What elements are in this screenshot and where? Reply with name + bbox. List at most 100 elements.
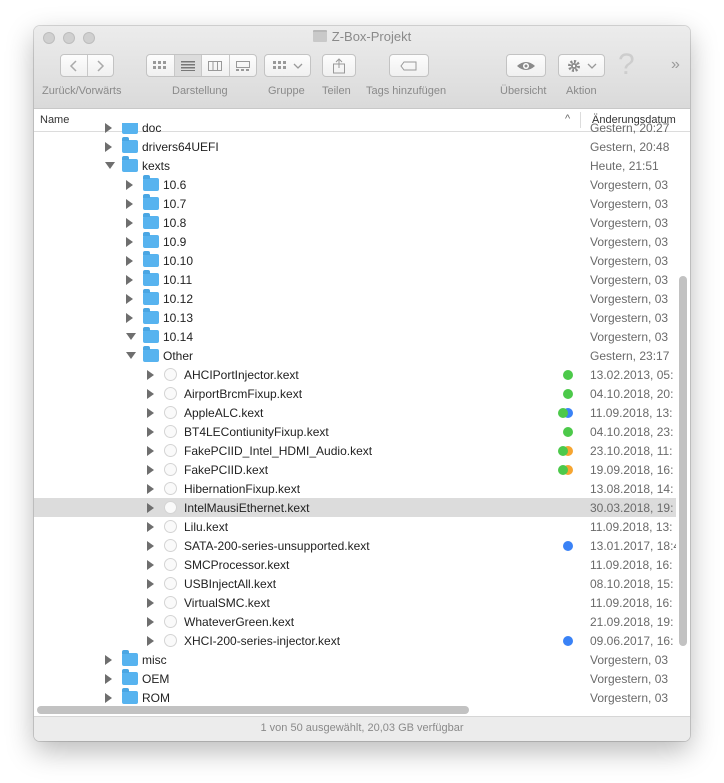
disclosure-closed-icon[interactable] [147, 427, 154, 437]
folder-row[interactable]: misc Vorgestern, 03 [34, 650, 676, 669]
file-row[interactable]: Lilu.kext 11.09.2018, 13: [34, 517, 676, 536]
disclosure-closed-icon[interactable] [126, 275, 133, 285]
file-row[interactable]: WhateverGreen.kext 21.09.2018, 19: [34, 612, 676, 631]
folder-row[interactable]: doc Gestern, 20:27 [34, 123, 676, 137]
disclosure-closed-icon[interactable] [126, 313, 133, 323]
row-name: SMCProcessor.kext [184, 558, 290, 572]
disclosure-closed-icon[interactable] [147, 636, 154, 646]
disclosure-open-icon[interactable] [126, 352, 136, 359]
folder-row[interactable]: 10.9 Vorgestern, 03 [34, 232, 676, 251]
file-row[interactable]: SMCProcessor.kext 11.09.2018, 16: [34, 555, 676, 574]
folder-row[interactable]: 10.14 Vorgestern, 03 [34, 327, 676, 346]
file-row[interactable]: SATA-200-series-unsupported.kext 13.01.20… [34, 536, 676, 555]
disclosure-closed-icon[interactable] [147, 617, 154, 627]
folder-row[interactable]: 10.12 Vorgestern, 03 [34, 289, 676, 308]
disclosure-closed-icon[interactable] [147, 579, 154, 589]
file-row[interactable]: AHCIPortInjector.kext 13.02.2013, 05: [34, 365, 676, 384]
disclosure-closed-icon[interactable] [147, 503, 154, 513]
folder-row[interactable]: 10.10 Vorgestern, 03 [34, 251, 676, 270]
file-row[interactable]: VirtualSMC.kext 11.09.2018, 16: [34, 593, 676, 612]
row-date: Vorgestern, 03 [590, 235, 669, 249]
view-label: Darstellung [172, 85, 228, 97]
forward-button[interactable] [88, 55, 114, 76]
file-row[interactable]: USBInjectAll.kext 08.10.2018, 15: [34, 574, 676, 593]
folder-row[interactable]: Other Gestern, 23:17 [34, 346, 676, 365]
file-row[interactable]: IntelMausiEthernet.kext 30.03.2018, 19: [34, 498, 676, 517]
row-name: HibernationFixup.kext [184, 482, 301, 496]
gallery-view-button[interactable] [230, 55, 257, 76]
row-date: 09.06.2017, 16: [590, 634, 674, 648]
help-icon[interactable]: ? [618, 48, 635, 82]
folder-row[interactable]: 10.11 Vorgestern, 03 [34, 270, 676, 289]
folder-icon [122, 156, 138, 172]
kext-icon [164, 501, 177, 514]
disclosure-closed-icon[interactable] [105, 142, 112, 152]
file-list: doc Gestern, 20:27 drivers64UEFI Gestern, 2… [34, 123, 676, 705]
file-row[interactable]: AppleALC.kext 11.09.2018, 13: [34, 403, 676, 422]
row-date: Vorgestern, 03 [590, 178, 669, 192]
row-date: 11.09.2018, 13: [590, 406, 673, 420]
file-row[interactable]: BT4LEContiunityFixup.kext 04.10.2018, 23: [34, 422, 676, 441]
window-title: Z-Box-Projekt [34, 29, 690, 44]
disclosure-closed-icon[interactable] [126, 256, 133, 266]
disclosure-closed-icon[interactable] [147, 389, 154, 399]
disclosure-open-icon[interactable] [105, 162, 115, 169]
folder-row[interactable]: 10.8 Vorgestern, 03 [34, 213, 676, 232]
toolbar-overflow-button[interactable]: » [671, 56, 680, 74]
status-bar: 1 von 50 ausgewählt, 20,03 GB verfügbar [34, 716, 690, 741]
list-view-button[interactable] [174, 55, 202, 76]
eye-icon [517, 61, 535, 70]
chevron-down-icon [293, 63, 302, 69]
share-button[interactable] [322, 54, 356, 77]
row-name: Lilu.kext [184, 520, 229, 534]
view-control [146, 54, 257, 77]
folder-icon [143, 213, 159, 229]
row-date: 08.10.2018, 15: [590, 577, 674, 591]
row-name: AirportBrcmFixup.kext [184, 387, 303, 401]
disclosure-closed-icon[interactable] [126, 218, 133, 228]
disclosure-closed-icon[interactable] [126, 199, 133, 209]
disclosure-closed-icon[interactable] [147, 465, 154, 475]
vertical-scrollbar[interactable] [679, 276, 687, 646]
folder-row[interactable]: ROM Vorgestern, 03 [34, 688, 676, 705]
folder-row[interactable]: OEM Vorgestern, 03 [34, 669, 676, 688]
folder-row[interactable]: kexts Heute, 21:51 [34, 156, 676, 175]
file-row[interactable]: XHCI-200-series-injector.kext 09.06.2017,… [34, 631, 676, 650]
group-button[interactable] [264, 54, 311, 77]
disclosure-closed-icon[interactable] [126, 180, 133, 190]
disclosure-closed-icon[interactable] [147, 484, 154, 494]
disclosure-closed-icon[interactable] [147, 408, 154, 418]
file-row[interactable]: FakePCIID.kext 19.09.2018, 16: [34, 460, 676, 479]
disclosure-closed-icon[interactable] [147, 446, 154, 456]
disclosure-closed-icon[interactable] [126, 294, 133, 304]
disclosure-closed-icon[interactable] [147, 370, 154, 380]
row-name: Other [163, 349, 194, 363]
folder-row[interactable]: 10.13 Vorgestern, 03 [34, 308, 676, 327]
disclosure-closed-icon[interactable] [105, 674, 112, 684]
column-view-button[interactable] [202, 55, 230, 76]
file-row[interactable]: HibernationFixup.kext 13.08.2018, 14: [34, 479, 676, 498]
disclosure-closed-icon[interactable] [105, 655, 112, 665]
icon-view-button[interactable] [147, 55, 175, 76]
folder-row[interactable]: 10.7 Vorgestern, 03 [34, 194, 676, 213]
disclosure-closed-icon[interactable] [126, 237, 133, 247]
file-row[interactable]: FakePCIID_Intel_HDMI_Audio.kext 23.10.201… [34, 441, 676, 460]
disclosure-closed-icon[interactable] [147, 522, 154, 532]
quicklook-button[interactable] [506, 54, 546, 77]
tag-blue-dot [563, 636, 573, 646]
disclosure-closed-icon[interactable] [147, 560, 154, 570]
disclosure-closed-icon[interactable] [105, 693, 112, 703]
disclosure-closed-icon[interactable] [105, 123, 112, 133]
back-button[interactable] [61, 55, 88, 76]
kext-icon [164, 368, 177, 381]
folder-row[interactable]: drivers64UEFI Gestern, 20:48 [34, 137, 676, 156]
tags-button[interactable] [389, 54, 429, 77]
row-name: IntelMausiEthernet.kext [184, 501, 310, 515]
disclosure-closed-icon[interactable] [147, 598, 154, 608]
folder-row[interactable]: 10.6 Vorgestern, 03 [34, 175, 676, 194]
file-row[interactable]: AirportBrcmFixup.kext 04.10.2018, 20: [34, 384, 676, 403]
disclosure-closed-icon[interactable] [147, 541, 154, 551]
horizontal-scrollbar[interactable] [37, 706, 469, 714]
disclosure-open-icon[interactable] [126, 333, 136, 340]
action-button[interactable] [558, 54, 605, 77]
